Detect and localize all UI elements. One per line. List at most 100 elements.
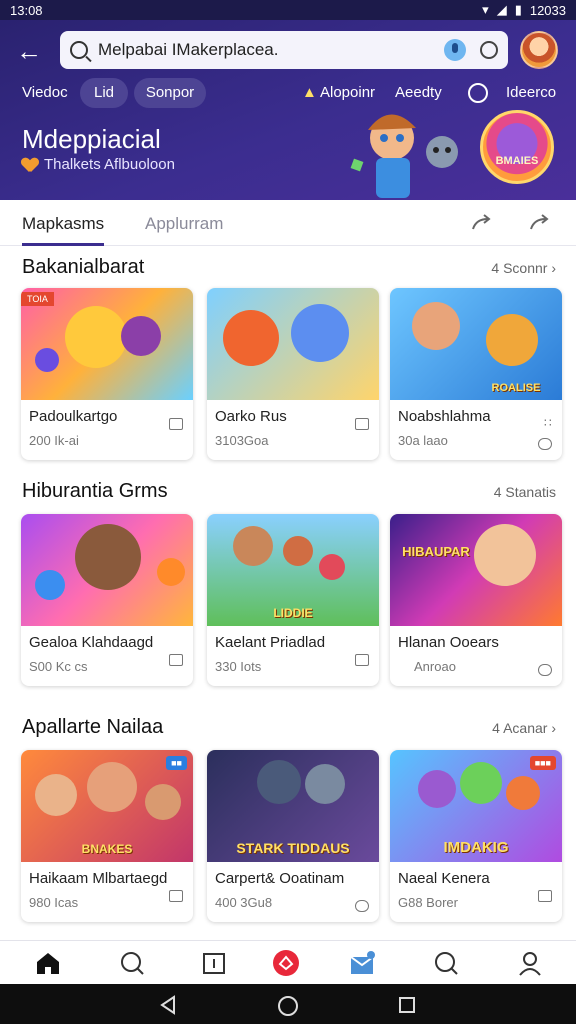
game-card[interactable]: STARK TIDDAUS Carpert& Ooatinam 400 3Gu8 [207,750,379,922]
game-thumbnail: ■■■ IMDAKIG [390,750,562,862]
card-title: Noabshlahma [398,408,491,425]
section-more-link[interactable]: 4 Sconnr › [491,260,556,276]
signal-icon: ◢ [496,2,507,17]
forward-icon[interactable] [528,212,552,232]
card-subtitle: 3103Goa [215,433,269,448]
game-thumbnail: HIBAUPAR [390,514,562,626]
header: ← Melpabai IMakerplacea. Viedoc Lid Sonp… [0,20,576,200]
card-subtitle: G88 Borer [398,895,458,910]
card-title: Haikaam Mlbartaegd [29,870,168,887]
inbox-icon[interactable] [348,949,376,977]
game-card[interactable]: LIDDIE Kaelant Priadlad 330 Iots [207,514,379,686]
search-input[interactable]: Melpabai IMakerplacea. [60,31,508,69]
section-title: Apallarte Nailaa [22,716,164,738]
link-activity[interactable]: Aeedty [395,84,442,101]
hero-subtitle: Thalkets Aflbuoloon [44,156,175,173]
card-subtitle: Anroao [414,659,456,674]
profile-icon[interactable] [516,949,544,977]
card-title: Gealoa Klahdaagd [29,634,154,651]
card-title: Carpert& Ooatinam [215,870,345,887]
card-title: Kaelant Priadlad [215,634,326,651]
controller-icon[interactable] [169,418,183,430]
hero-subtitle-row: Thalkets Aflbuoloon [22,156,175,173]
center-action-icon[interactable] [272,949,300,977]
game-thumbnail: STARK TIDDAUS [207,750,379,862]
card-badge-icon: ■■ [166,756,187,770]
card-badge-icon: ■■■ [529,756,556,770]
card-subtitle: S00 Kc cs [29,659,88,674]
game-card[interactable]: ■■ BNAKES Haikaam Mlbartaegd 980 Icas [21,750,193,922]
chip-sonpor[interactable]: Sonpor [134,78,206,108]
search-small-icon[interactable] [468,83,488,103]
system-nav-bar [0,984,576,1024]
game-card[interactable]: ROALISE Noabshlahma 30a laao ∷ [390,288,562,460]
account-icon[interactable] [480,41,498,59]
cloud-icon[interactable] [538,664,552,676]
controller-icon[interactable] [355,418,369,430]
card-title: Naeal Kenera [398,870,490,887]
heart-icon [22,158,38,172]
game-card[interactable]: HIBAUPAR Hlanan Ooears Anroao [390,514,562,686]
game-thumbnail [207,288,379,400]
controller-icon[interactable] [169,654,183,666]
status-right-text: 12033 [529,2,566,18]
cloud-icon[interactable] [538,438,552,450]
search-row: ← Melpabai IMakerplacea. [0,31,576,71]
cloud-icon[interactable] [355,900,369,912]
status-icons: ▾ ◢ ▮ 12033 [482,2,566,18]
chip-lid[interactable]: Lid [80,78,128,108]
link-popular[interactable]: Alopoinr [320,84,375,101]
home-icon[interactable] [34,949,62,977]
game-card[interactable]: ■■■ IMDAKIG Naeal Kenera G88 Borer [390,750,562,922]
system-recents-icon[interactable] [398,996,416,1014]
section-more-link[interactable]: 4 Stanatis [494,484,556,500]
controller-icon[interactable] [169,890,183,902]
card-tag: TOIA [21,292,54,306]
game-logo: BNAKES [81,842,133,856]
chip-text-video[interactable]: Viedoc [22,84,68,101]
chat-icon[interactable] [118,949,146,977]
battery-icon: ▮ [514,2,522,17]
search-nav-icon[interactable] [432,949,460,977]
card-subtitle: 330 Iots [215,659,262,674]
game-logo: ROALISE [491,382,541,394]
dots-icon[interactable]: ∷ [544,417,552,430]
game-thumbnail: ■■ BNAKES [21,750,193,862]
game-thumbnail: LIDDIE [207,514,379,626]
calendar-icon[interactable] [200,949,228,977]
section-title: Hiburantia Grms [22,480,168,502]
controller-icon[interactable] [538,890,552,902]
search-query: Melpabai IMakerplacea. [98,40,279,59]
game-card[interactable]: Gealoa Klahdaagd S00 Kc cs [21,514,193,686]
system-home-icon[interactable] [277,995,299,1017]
game-card[interactable]: TOIA Padoulkartgo 200 Ik-ai [21,288,193,460]
game-thumbnail: TOIA [21,288,193,400]
share-icon[interactable] [470,212,494,232]
hero-characters-image [350,114,458,198]
hero-title: Mdeppiacial [22,124,161,154]
section-more-link[interactable]: 4 Acanar › [492,720,556,736]
hero-badge[interactable]: BMAIES [480,110,554,184]
game-thumbnail [21,514,193,626]
tab-bar: Mapkasms Applurram [0,200,576,246]
card-subtitle: 200 Ik-ai [29,433,79,448]
controller-icon[interactable] [355,654,369,666]
game-logo: HIBAUPAR [402,544,470,559]
section-header: Bakanialbarat 4 Sconnr › [0,256,576,286]
card-title: Oarko Rus [215,408,287,425]
link-ideerco[interactable]: Ideerco [506,84,556,101]
card-title: Padoulkartgo [29,408,118,425]
status-time: 13:08 [10,2,43,18]
avatar[interactable] [520,31,558,69]
back-arrow-icon[interactable]: ← [14,37,44,67]
tab-marketplace[interactable]: Mapkasms [22,214,105,246]
tab-apps[interactable]: Applurram [145,214,223,234]
game-card[interactable]: Oarko Rus 3103Goa [207,288,379,460]
game-logo: STARK TIDDAUS [236,840,350,856]
wifi-icon: ▾ [482,2,489,17]
game-thumbnail: ROALISE [390,288,562,400]
mic-icon[interactable] [444,39,466,61]
system-back-icon[interactable] [158,995,178,1015]
card-subtitle: 400 3Gu8 [215,895,273,910]
search-icon [70,41,88,59]
